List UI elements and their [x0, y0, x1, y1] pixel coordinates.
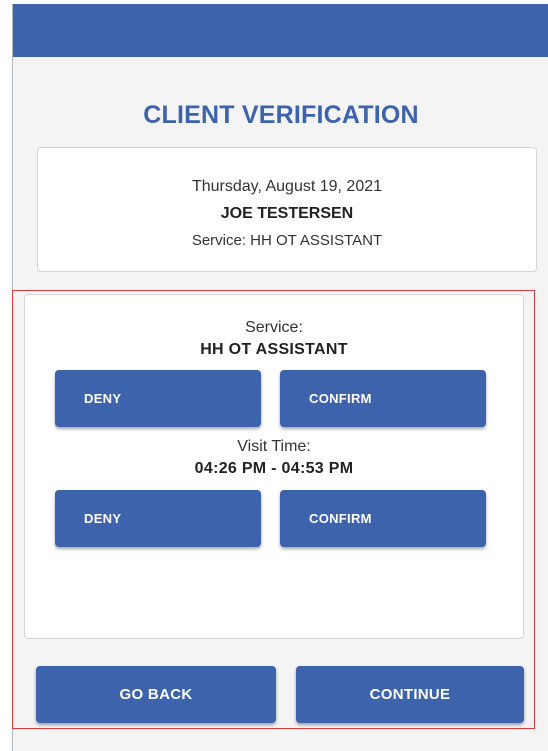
- visit-time-deny-button[interactable]: DENY: [55, 490, 261, 547]
- service-label: Service:: [245, 319, 303, 336]
- page-title: CLIENT VERIFICATION: [143, 101, 419, 129]
- visit-time-confirm-button[interactable]: CONFIRM: [280, 490, 486, 547]
- go-back-button[interactable]: GO BACK: [36, 666, 276, 723]
- visit-date: Thursday, August 19, 2021: [191, 178, 383, 195]
- continue-button[interactable]: CONTINUE: [296, 666, 524, 723]
- service-deny-button[interactable]: DENY: [55, 370, 261, 427]
- client-name: JOE TESTERSEN: [220, 205, 354, 222]
- service-value: HH OT ASSISTANT: [200, 341, 348, 358]
- top-app-bar: [13, 4, 548, 57]
- visit-info-card: Thursday, August 19, 2021 JOE TESTERSEN …: [37, 147, 537, 272]
- visit-time-label: Visit Time:: [237, 438, 311, 455]
- service-confirm-button[interactable]: CONFIRM: [280, 370, 486, 427]
- service-summary: Service: HH OT ASSISTANT: [191, 232, 383, 249]
- verification-card: Service: HH OT ASSISTANT DENY CONFIRM Vi…: [24, 294, 524, 639]
- visit-time-value: 04:26 PM - 04:53 PM: [194, 460, 354, 477]
